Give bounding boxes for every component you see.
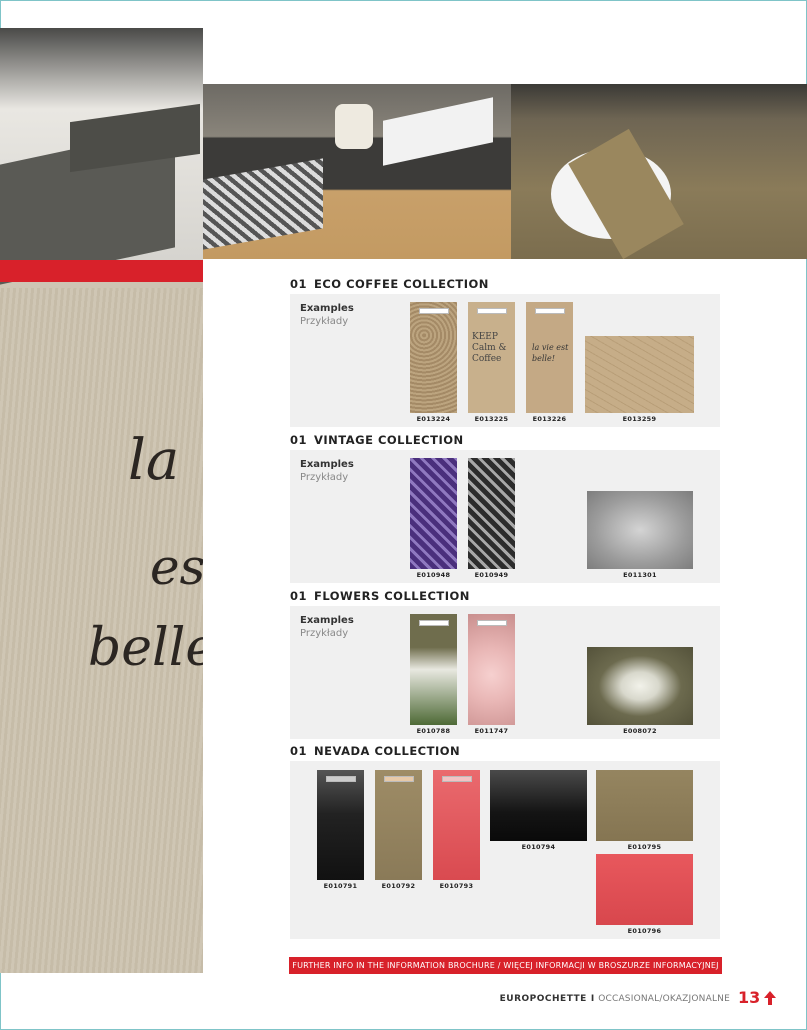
section-panel-flowers: Examples Przykłady E010788 E011747 E0080… bbox=[290, 606, 720, 739]
product-placemat: E008072 bbox=[587, 647, 693, 735]
examples-label: Examples bbox=[300, 303, 354, 314]
section-title-eco-coffee: 01 ECO COFFEE COLLECTION bbox=[290, 277, 720, 295]
up-arrow-icon[interactable] bbox=[762, 990, 778, 1006]
product-pochette: E010948 bbox=[410, 458, 457, 579]
photo-script-line3: belle bbox=[88, 618, 203, 678]
examples-label: Examples bbox=[300, 615, 354, 626]
product-pochette: E011747 bbox=[468, 614, 515, 735]
top-photo-vintage bbox=[203, 84, 511, 259]
separator: I bbox=[590, 994, 595, 1004]
product-placemat: E013259 bbox=[585, 336, 694, 423]
brand-name: EUROPOCHETTE bbox=[499, 994, 587, 1004]
section-panel-vintage: Examples Przykłady E010948 E010949 E0113… bbox=[290, 450, 720, 583]
info-banner: FURTHER INFO IN THE INFORMATION BROCHURE… bbox=[289, 957, 722, 974]
product-pochette: la vie est belle! E013226 bbox=[526, 302, 573, 423]
product-placemat: E010796 bbox=[596, 854, 693, 935]
photo-script-line1: la bbox=[128, 428, 180, 493]
examples-label-pl: Przykłady bbox=[300, 316, 349, 327]
section-panel-eco-coffee: Examples Przykłady E013224 KEEP Calm & C… bbox=[290, 294, 720, 427]
section-title-vintage: 01 VINTAGE COLLECTION bbox=[290, 433, 720, 451]
section-panel-nevada: E010791 E010792 E010793 E010794 E010795 … bbox=[290, 761, 720, 939]
examples-label: Examples bbox=[300, 459, 354, 470]
red-accent-bar bbox=[0, 260, 203, 282]
product-placemat: E010795 bbox=[596, 770, 693, 851]
product-pochette: E013224 bbox=[410, 302, 457, 423]
product-placemat: E010794 bbox=[490, 770, 587, 851]
brand-line: EUROPOCHETTE I OCCASIONAL/OKAZJONALNE bbox=[470, 994, 730, 1004]
product-pochette: E010791 bbox=[317, 770, 364, 890]
section-title-flowers: 01 FLOWERS COLLECTION bbox=[290, 589, 720, 607]
product-pochette: E010793 bbox=[433, 770, 480, 890]
top-photo-nevada bbox=[511, 84, 807, 259]
product-pochette: E010949 bbox=[468, 458, 515, 579]
product-pochette: KEEP Calm & Coffee E013225 bbox=[468, 302, 515, 423]
product-placemat: E011301 bbox=[587, 491, 693, 579]
product-pochette: E010788 bbox=[410, 614, 457, 735]
product-pochette: E010792 bbox=[375, 770, 422, 890]
photo-script-line2: es bbox=[150, 538, 203, 596]
section-title-nevada: 01 NEVADA COLLECTION bbox=[290, 744, 720, 762]
left-photo: la es belle bbox=[0, 28, 203, 973]
examples-label-pl: Przykłady bbox=[300, 472, 349, 483]
category-label: OCCASIONAL/OKAZJONALNE bbox=[598, 994, 730, 1004]
page-number: 13 bbox=[738, 988, 761, 1007]
examples-label-pl: Przykłady bbox=[300, 628, 349, 639]
